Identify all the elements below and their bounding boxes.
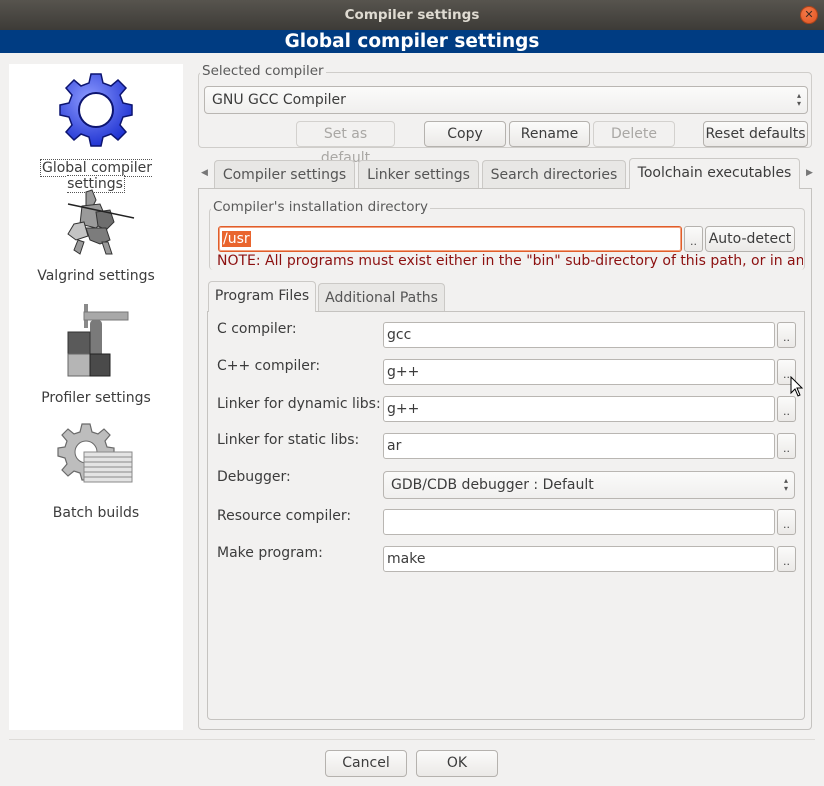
dynamic-linker-browse-button[interactable]: .. — [777, 396, 796, 422]
static-linker-browse-button[interactable]: .. — [777, 433, 796, 459]
c-compiler-input[interactable]: gcc — [383, 322, 775, 348]
compiler-select[interactable]: GNU GCC Compiler ▴ ▾ — [204, 86, 808, 114]
debugger-label: Debugger: — [217, 469, 291, 485]
updown-arrows-icon: ▴ ▾ — [783, 476, 788, 493]
tab-toolchain-executables[interactable]: Toolchain executables — [629, 158, 800, 189]
copy-button[interactable]: Copy — [424, 121, 506, 147]
tab-scroll-left-icon[interactable]: ◀ — [201, 168, 208, 178]
page-title-banner: Global compiler settings — [0, 30, 824, 53]
mouse-pointer-icon — [790, 376, 804, 397]
install-dir-label: Compiler's installation directory — [211, 199, 431, 215]
tab-program-files[interactable]: Program Files — [208, 281, 316, 312]
install-dir-note: NOTE: All programs must exist either in … — [217, 253, 803, 269]
compiler-select-value: GNU GCC Compiler — [212, 92, 346, 108]
static-linker-input[interactable]: ar — [383, 433, 775, 459]
rename-button[interactable]: Rename — [509, 121, 590, 147]
dynamic-linker-label: Linker for dynamic libs: — [217, 396, 381, 412]
tab-search-directories[interactable]: Search directories — [482, 160, 626, 189]
resource-compiler-input[interactable] — [383, 509, 775, 535]
caliper-icon — [67, 304, 129, 377]
sidebar-item-batch-builds[interactable]: Batch builds — [9, 418, 183, 530]
auto-detect-button[interactable]: Auto-detect — [705, 226, 795, 252]
cpp-compiler-label: C++ compiler: — [217, 358, 321, 374]
debugger-select-value: GDB/CDB debugger : Default — [391, 477, 594, 493]
footer-separator — [9, 739, 815, 740]
resource-compiler-label: Resource compiler: — [217, 508, 352, 524]
make-program-input[interactable]: make — [383, 546, 775, 572]
knight-icon — [67, 189, 135, 255]
selected-compiler-label: Selected compiler — [200, 63, 326, 79]
batch-gear-icon — [57, 423, 133, 483]
sidebar-item-valgrind-settings[interactable]: Valgrind settings — [9, 186, 183, 296]
cancel-button[interactable]: Cancel — [325, 750, 407, 777]
window-title: Compiler settings — [344, 7, 480, 23]
window-titlebar: Compiler settings ✕ — [0, 0, 824, 30]
debugger-select[interactable]: GDB/CDB debugger : Default ▴ ▾ — [383, 471, 795, 499]
delete-button[interactable]: Delete — [593, 121, 675, 147]
updown-arrows-icon: ▴ ▾ — [796, 91, 801, 108]
sidebar: Global compiler settings Valgrind settin… — [9, 64, 183, 730]
page-title: Global compiler settings — [284, 31, 540, 52]
install-dir-input[interactable]: /usr — [218, 226, 682, 252]
sidebar-item-label: Profiler settings — [41, 390, 151, 406]
install-dir-browse-button[interactable]: .. — [684, 226, 703, 252]
sidebar-item-label: Valgrind settings — [37, 268, 155, 284]
set-as-default-button[interactable]: Set as default — [296, 121, 395, 166]
static-linker-label: Linker for static libs: — [217, 432, 360, 448]
tab-linker-settings[interactable]: Linker settings — [358, 160, 479, 189]
c-compiler-label: C compiler: — [217, 321, 297, 337]
reset-defaults-button[interactable]: Reset defaults — [703, 121, 808, 147]
tab-compiler-settings[interactable]: Compiler settings — [214, 160, 355, 189]
make-program-browse-button[interactable]: .. — [777, 546, 796, 572]
cpp-compiler-input[interactable]: g++ — [383, 359, 775, 385]
c-compiler-browse-button[interactable]: .. — [777, 322, 796, 348]
tab-scroll-right-icon[interactable]: ▶ — [806, 168, 813, 178]
tab-additional-paths[interactable]: Additional Paths — [318, 283, 445, 312]
sidebar-item-profiler-settings[interactable]: Profiler settings — [9, 300, 183, 412]
dynamic-linker-input[interactable]: g++ — [383, 396, 775, 422]
gear-icon — [59, 73, 133, 147]
resource-compiler-browse-button[interactable]: .. — [777, 509, 796, 535]
make-program-label: Make program: — [217, 545, 323, 561]
install-dir-value: /usr — [222, 231, 251, 247]
sidebar-item-global-compiler-settings[interactable]: Global compiler settings — [9, 64, 183, 193]
ok-button[interactable]: OK — [416, 750, 498, 777]
sidebar-item-label: Batch builds — [52, 505, 140, 521]
close-icon[interactable]: ✕ — [800, 6, 818, 24]
